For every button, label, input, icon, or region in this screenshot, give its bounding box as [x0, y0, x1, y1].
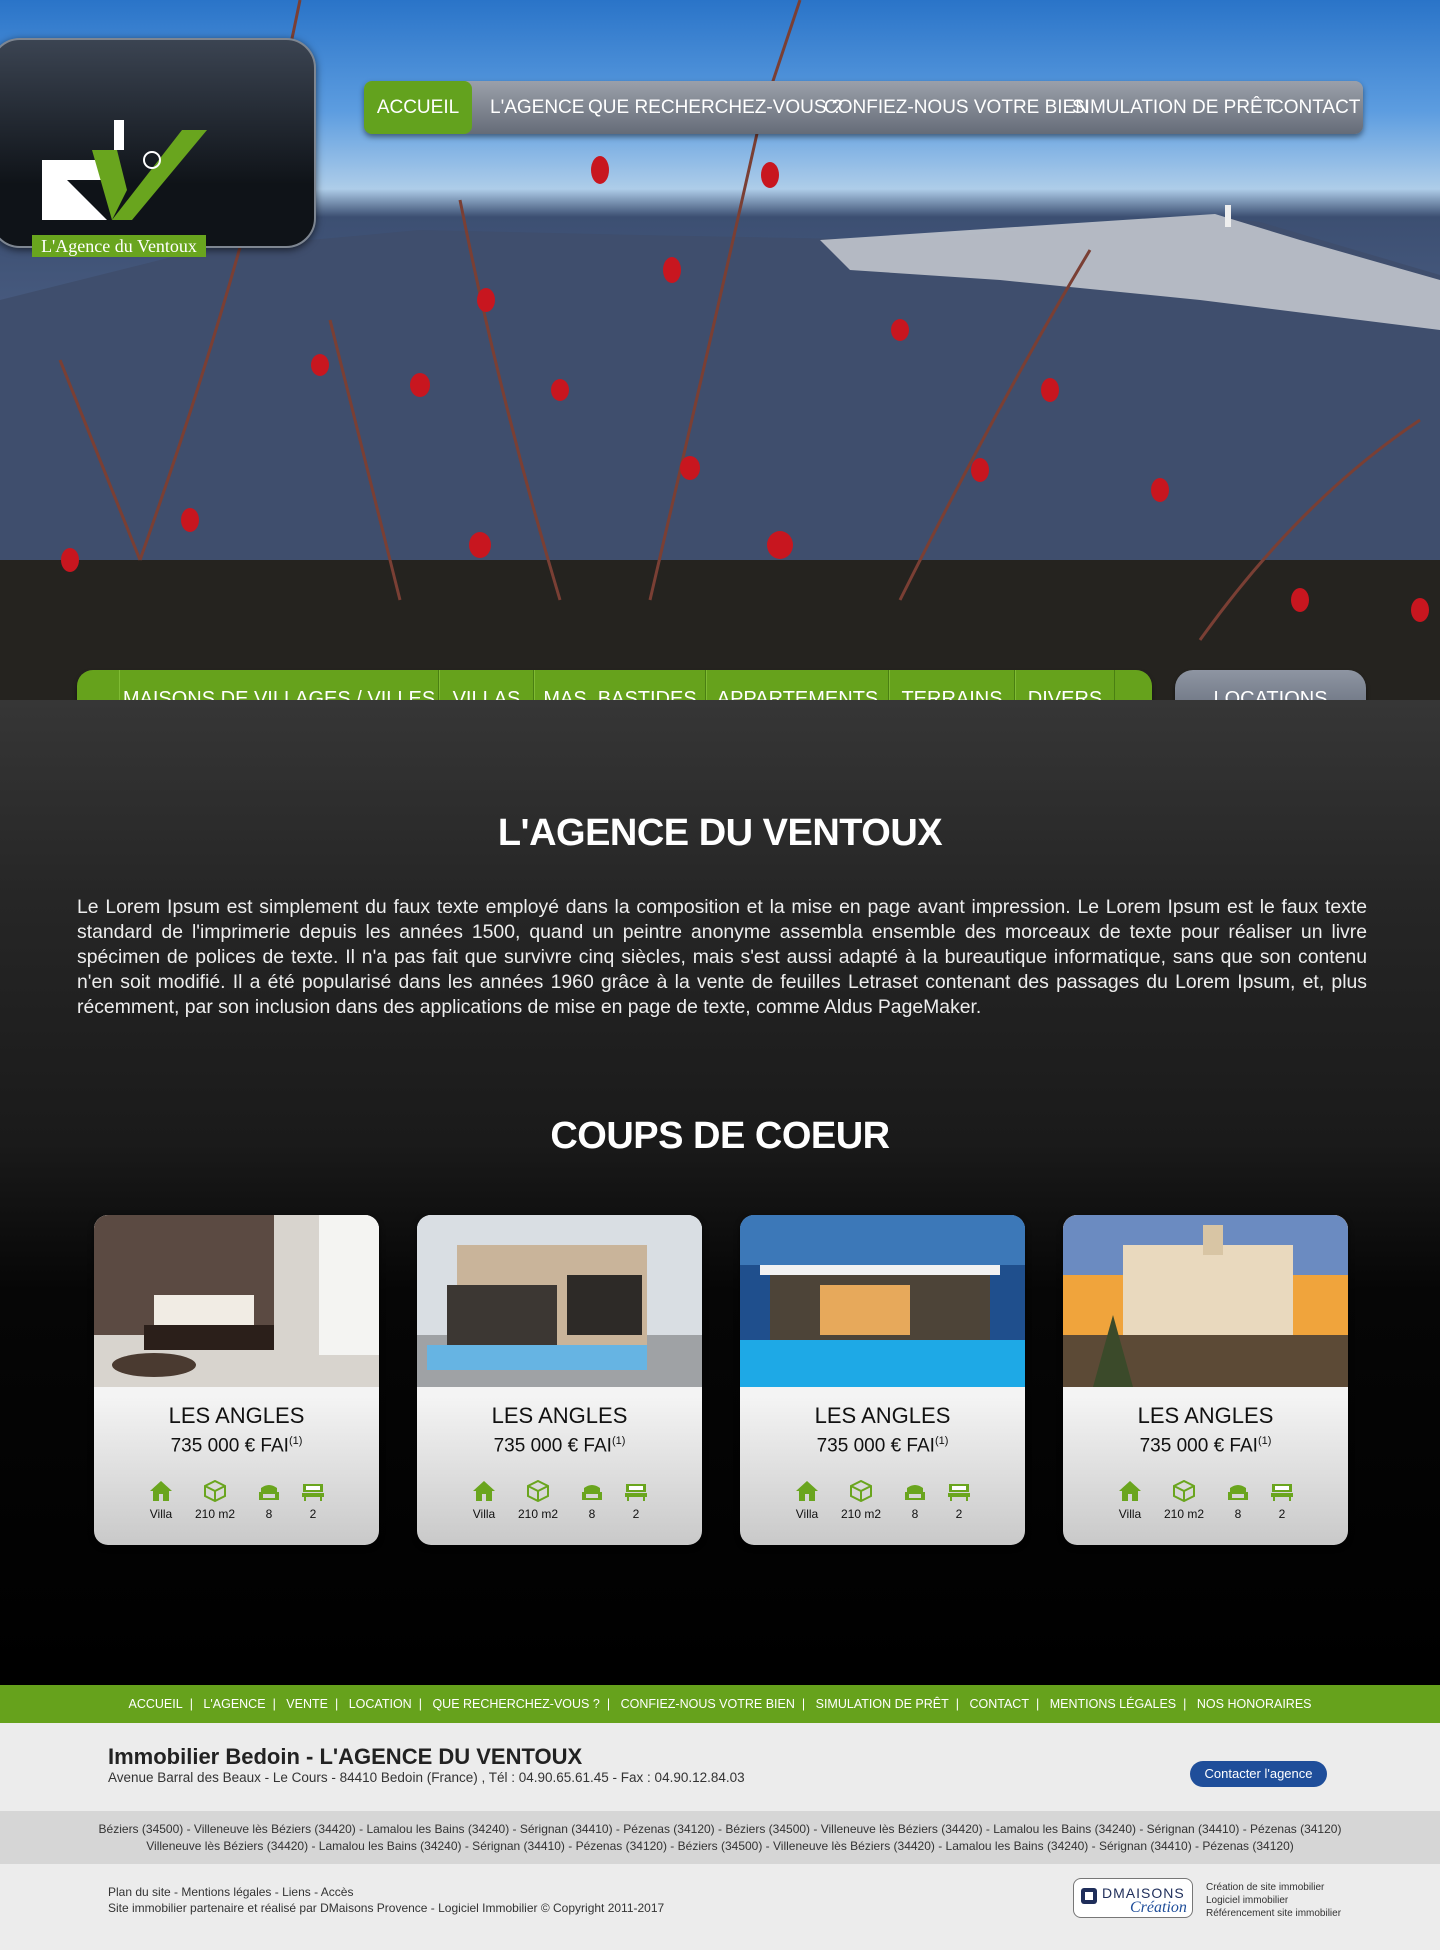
footer-address: Avenue Barral des Beaux - Le Cours - 844…	[108, 1770, 745, 1785]
card-price: 735 000 € FAI(1)	[816, 1435, 949, 1457]
dmaisons-logo[interactable]: DMAISONS Création	[1073, 1878, 1193, 1918]
dmaisons-link[interactable]: Référencement site immobilier	[1206, 1907, 1341, 1920]
house-icon	[473, 1481, 495, 1501]
feature-bedrooms: 2	[932, 1480, 986, 1521]
cube-icon	[204, 1480, 226, 1502]
logo-text: L'Agence du Ventoux	[32, 235, 206, 257]
card-city: LES ANGLES	[491, 1403, 628, 1428]
footer-link-agence[interactable]: L'AGENCE	[203, 1685, 265, 1723]
property-card[interactable]: LES ANGLES 735 000 € FAI(1) Villa 210 m2…	[740, 1215, 1025, 1545]
bed-icon	[625, 1484, 647, 1501]
card-price: 735 000 € FAI(1)	[493, 1435, 626, 1457]
footer-link-accueil[interactable]: ACCUEIL	[129, 1685, 183, 1723]
footer-links[interactable]: Plan du site - Mentions légales - Liens …	[108, 1885, 353, 1899]
dmaisons-icon	[1081, 1888, 1097, 1904]
contact-agency-button[interactable]: Contacter l'agence	[1190, 1761, 1327, 1787]
feature-type: Villa	[1103, 1480, 1157, 1521]
card-city: LES ANGLES	[168, 1403, 305, 1428]
feature-surface: 210 m2	[188, 1480, 242, 1521]
armchair-icon	[1228, 1485, 1248, 1500]
footer-link-confiez[interactable]: CONFIEZ-NOUS VOTRE BIEN	[621, 1685, 795, 1723]
feature-surface: 210 m2	[1157, 1480, 1211, 1521]
dmaisons-link[interactable]: Création de site immobilier	[1206, 1881, 1341, 1894]
footer-link-honoraires[interactable]: NOS HONORAIRES	[1197, 1685, 1312, 1723]
bed-icon	[302, 1484, 324, 1501]
nav-item-confiez[interactable]: CONFIEZ-NOUS VOTRE BIEN	[824, 81, 1089, 134]
house-icon	[1119, 1481, 1141, 1501]
dmaisons-link[interactable]: Logiciel immobilier	[1206, 1894, 1341, 1907]
card-price: 735 000 € FAI(1)	[1139, 1435, 1272, 1457]
footer-link-mentions[interactable]: MENTIONS LÉGALES	[1050, 1685, 1176, 1723]
footer-link-recherche[interactable]: QUE RECHERCHEZ-VOUS ?	[432, 1685, 599, 1723]
feature-bedrooms: 2	[286, 1480, 340, 1521]
nav-item-contact[interactable]: CONTACT	[1270, 81, 1360, 134]
house-icon	[150, 1481, 172, 1501]
property-photo-modern-house	[417, 1215, 702, 1387]
feature-bedrooms: 2	[1255, 1480, 1309, 1521]
property-photo-mansion	[1063, 1215, 1348, 1387]
feature-surface: 210 m2	[834, 1480, 888, 1521]
footer: Immobilier Bedoin - L'AGENCE DU VENTOUX …	[0, 1723, 1440, 1950]
feature-type: Villa	[134, 1480, 188, 1521]
dmaisons-links: Création de site immobilier Logiciel imm…	[1206, 1881, 1341, 1920]
property-photo-pool-villa	[740, 1215, 1025, 1387]
footer-link-location[interactable]: LOCATION	[349, 1685, 412, 1723]
bed-icon	[948, 1484, 970, 1501]
armchair-icon	[582, 1485, 602, 1500]
feature-type: Villa	[457, 1480, 511, 1521]
intro-text: Le Lorem Ipsum est simplement du faux te…	[77, 896, 1367, 1018]
cube-icon	[527, 1480, 549, 1502]
armchair-icon	[259, 1485, 279, 1500]
bed-icon	[1271, 1484, 1293, 1501]
footer-link-contact[interactable]: CONTACT	[969, 1685, 1029, 1723]
nav-item-recherche[interactable]: QUE RECHERCHEZ-VOUS ?	[588, 81, 842, 134]
card-price: 735 000 € FAI(1)	[170, 1435, 303, 1457]
main-nav: ACCUEIL L'AGENCE QUE RECHERCHEZ-VOUS ? C…	[364, 81, 1363, 134]
nav-item-accueil[interactable]: ACCUEIL	[364, 81, 472, 134]
feature-surface: 210 m2	[511, 1480, 565, 1521]
house-icon	[796, 1481, 818, 1501]
towns-line: Béziers (34500) - Villeneuve lès Béziers…	[98, 1822, 1342, 1836]
footer-agency-name: Immobilier Bedoin - L'AGENCE DU VENTOUX	[108, 1744, 583, 1769]
dmaisons-sub: Création	[1130, 1899, 1187, 1916]
nav-item-agence[interactable]: L'AGENCE	[490, 81, 584, 134]
coups-de-coeur-title: COUPS DE COEUR	[550, 1115, 890, 1157]
cube-icon	[850, 1480, 872, 1502]
nav-item-simulation[interactable]: SIMULATION DE PRÊT	[1072, 81, 1274, 134]
footer-credit: Site immobilier partenaire et réalisé pa…	[108, 1901, 665, 1915]
logo-av-mark	[42, 120, 207, 220]
footer-link-simulation[interactable]: SIMULATION DE PRÊT	[816, 1685, 949, 1723]
footer-link-vente[interactable]: VENTE	[286, 1685, 328, 1723]
cube-icon	[1173, 1480, 1195, 1502]
feature-bedrooms: 2	[609, 1480, 663, 1521]
card-city: LES ANGLES	[814, 1403, 951, 1428]
footer-towns: Béziers (34500) - Villeneuve lès Béziers…	[0, 1811, 1440, 1864]
intro-title: L'AGENCE DU VENTOUX	[497, 812, 943, 854]
footer-nav: ACCUEIL | L'AGENCE | VENTE | LOCATION | QUE …	[0, 1685, 1440, 1723]
towns-line: Villeneuve lès Béziers (34420) - Lamalou…	[146, 1839, 1294, 1853]
property-photo-bedroom	[94, 1215, 379, 1387]
property-card[interactable]: LES ANGLES 735 000 € FAI(1) Villa 210 m2…	[1063, 1215, 1348, 1545]
feature-type: Villa	[780, 1480, 834, 1521]
logo[interactable]: L'Agence du Ventoux	[0, 38, 316, 257]
card-city: LES ANGLES	[1137, 1403, 1274, 1428]
property-card[interactable]: LES ANGLES 735 000 € FAI(1) Villa 210 m2…	[94, 1215, 379, 1545]
armchair-icon	[905, 1485, 925, 1500]
property-card[interactable]: LES ANGLES 735 000 € FAI(1) Villa 210 m2…	[417, 1215, 702, 1545]
